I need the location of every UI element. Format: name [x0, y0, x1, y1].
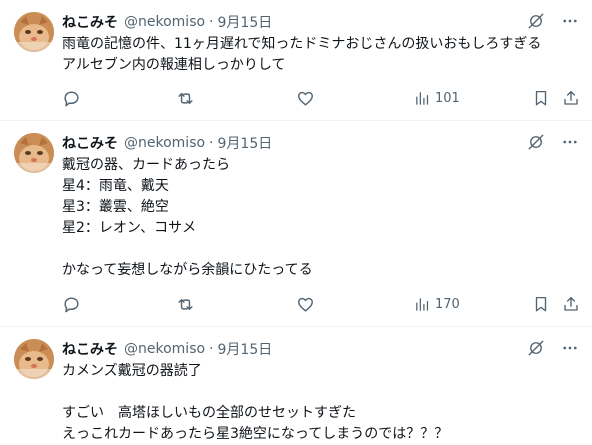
- like-button[interactable]: [296, 293, 315, 315]
- action-bar: 101: [62, 87, 584, 109]
- separator: ·: [209, 135, 214, 151]
- separator: ·: [209, 341, 214, 357]
- author-name[interactable]: ねこみそ: [62, 339, 118, 359]
- views-button[interactable]: 170: [414, 293, 460, 315]
- tweet-date[interactable]: 9月15日: [218, 133, 273, 153]
- share-button[interactable]: [562, 293, 580, 315]
- bookmark-icon: [535, 296, 547, 312]
- tweet-text: 雨竜の記憶の件、11ヶ月遅れで知ったドミナおじさんの扱いおもしろすぎる アルセブ…: [62, 34, 562, 76]
- grok-icon[interactable]: [526, 338, 546, 358]
- tweet-line: 雨竜の記憶の件、11ヶ月遅れで知ったドミナおじさんの扱いおもしろすぎる: [62, 36, 542, 52]
- tweet-header: ねこみそ @nekomiso · 9月15日: [62, 13, 272, 31]
- views-icon: [416, 297, 429, 311]
- author-handle[interactable]: @nekomiso: [124, 341, 205, 357]
- reply-button[interactable]: [62, 87, 81, 109]
- author-handle[interactable]: @nekomiso: [124, 135, 205, 151]
- like-button[interactable]: [296, 87, 315, 109]
- tweet[interactable]: ねこみそ @nekomiso · 9月15日 雨竜の記憶の件、11ヶ月遅れで知っ…: [0, 0, 592, 121]
- bookmark-button[interactable]: [532, 293, 550, 315]
- share-button[interactable]: [562, 87, 580, 109]
- tweet-line: 星4：雨竜、戴天: [62, 178, 169, 194]
- share-icon: [564, 90, 578, 105]
- tweet-line: 星3：叢雲、絶空: [62, 199, 169, 215]
- tweet-line: えっこれカードあったら星3絶空になってしまうのでは？？？: [62, 426, 449, 442]
- like-icon: [298, 91, 313, 106]
- grok-icon[interactable]: [526, 132, 546, 152]
- tweet-header: ねこみそ @nekomiso · 9月15日: [62, 134, 272, 152]
- repost-icon: [178, 92, 193, 104]
- views-count: 101: [435, 90, 460, 106]
- avatar[interactable]: [14, 339, 54, 379]
- tweet-line: 戴冠の器、カードあったら: [62, 157, 230, 173]
- reply-button[interactable]: [62, 293, 81, 315]
- more-icon[interactable]: [560, 11, 580, 31]
- reply-icon: [64, 296, 79, 312]
- tweet[interactable]: ねこみそ @nekomiso · 9月15日 カメンズ戴冠の器読了 すごい 高塔…: [0, 327, 592, 445]
- reply-icon: [64, 90, 79, 106]
- repost-button[interactable]: [176, 87, 195, 109]
- tweet-top-icons: [526, 11, 580, 31]
- tweet-date[interactable]: 9月15日: [218, 12, 273, 32]
- author-handle[interactable]: @nekomiso: [124, 14, 205, 30]
- views-count: 170: [435, 296, 460, 312]
- tweet-line: [62, 239, 562, 260]
- views-icon: [416, 91, 429, 105]
- tweet-line: かなって妄想しながら余韻にひたってる: [62, 262, 313, 278]
- avatar[interactable]: [14, 133, 54, 173]
- more-icon[interactable]: [560, 338, 580, 358]
- avatar[interactable]: [14, 12, 54, 52]
- tweet-text: 戴冠の器、カードあったら 星4：雨竜、戴天 星3：叢雲、絶空 星2：レオン、コサ…: [62, 155, 562, 281]
- separator: ·: [209, 14, 214, 30]
- tweet-line: 星2：レオン、コサメ: [62, 220, 197, 236]
- tweet-top-icons: [526, 132, 580, 152]
- like-icon: [298, 297, 313, 312]
- more-icon[interactable]: [560, 132, 580, 152]
- bookmark-button[interactable]: [532, 87, 550, 109]
- tweet-header: ねこみそ @nekomiso · 9月15日: [62, 340, 272, 358]
- tweet-line: [62, 382, 562, 403]
- bookmark-icon: [535, 90, 547, 106]
- repost-icon: [178, 298, 193, 310]
- tweet-line: すごい 高塔ほしいもの全部のせセットすぎた: [62, 405, 356, 421]
- tweet-text: カメンズ戴冠の器読了 すごい 高塔ほしいもの全部のせセットすぎた えっこれカード…: [62, 361, 562, 445]
- views-button[interactable]: 101: [414, 87, 460, 109]
- action-bar: 170: [62, 293, 584, 315]
- tweet-line: アルセブン内の報連相しっかりして: [62, 57, 286, 73]
- author-name[interactable]: ねこみそ: [62, 133, 118, 153]
- grok-icon[interactable]: [526, 11, 546, 31]
- repost-button[interactable]: [176, 293, 195, 315]
- tweet-line: カメンズ戴冠の器読了: [62, 363, 202, 379]
- tweet[interactable]: ねこみそ @nekomiso · 9月15日 戴冠の器、カードあったら 星4：雨…: [0, 121, 592, 327]
- tweet-date[interactable]: 9月15日: [218, 339, 273, 359]
- share-icon: [564, 296, 578, 311]
- author-name[interactable]: ねこみそ: [62, 12, 118, 32]
- tweet-top-icons: [526, 338, 580, 358]
